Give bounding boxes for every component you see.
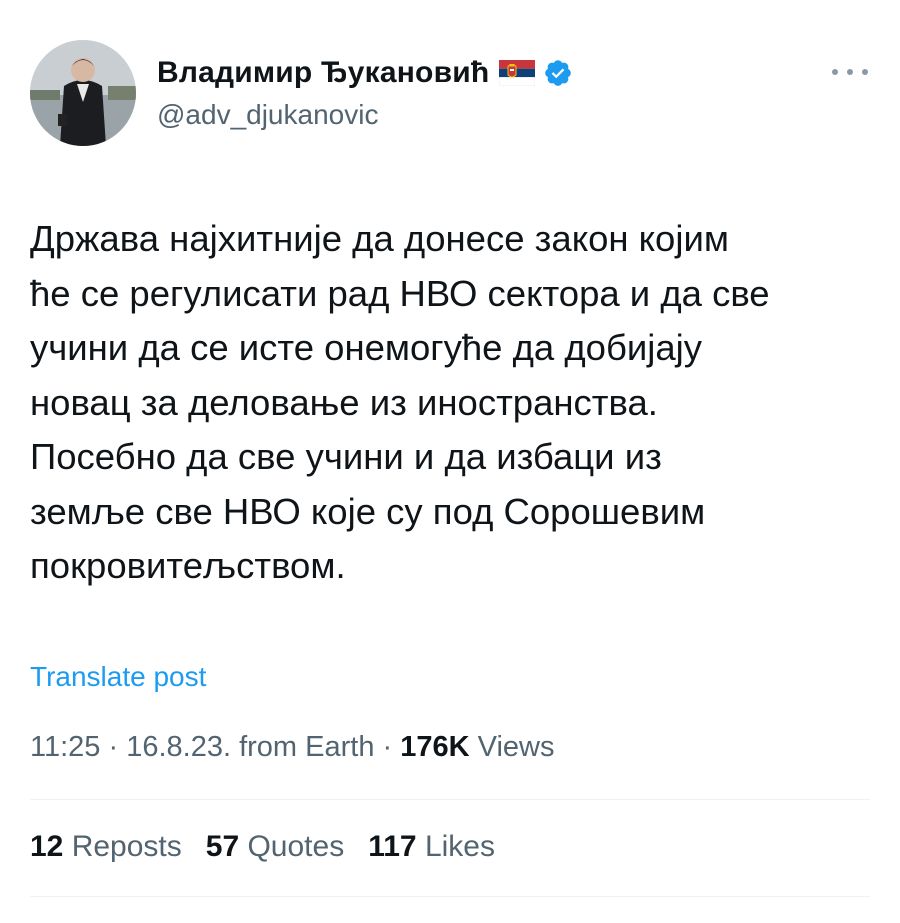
more-dot: [832, 69, 838, 75]
tweet-date[interactable]: 16.8.23.: [126, 731, 231, 763]
reposts-count: 12: [30, 830, 64, 863]
author-name-row: Владимир Ђукановић: [157, 52, 573, 94]
tweet-text-line: земље све НВО које су под Сорошевим: [30, 490, 706, 532]
views-count: 176K: [400, 731, 470, 763]
tweet-text-line: новац за деловање из иностранства.: [30, 381, 658, 423]
author-handle[interactable]: @adv_djukanovic: [157, 99, 378, 131]
quotes-label: Quotes: [239, 830, 345, 863]
likes-count: 117: [368, 830, 417, 863]
likes-label: Likes: [416, 830, 495, 863]
avatar[interactable]: [30, 40, 136, 146]
views-label: Views: [469, 731, 555, 763]
more-dot: [847, 69, 853, 75]
tweet-source: from Earth: [231, 731, 375, 763]
author-display-name[interactable]: Владимир Ђукановић: [157, 56, 489, 90]
tweet-text-line: Посебно да све учини и да избаци из: [30, 436, 662, 477]
tweet-text-line: ће се регулисати рад НВО сектора и да св…: [30, 272, 770, 314]
meta-separator: ·: [374, 731, 401, 763]
divider: [30, 799, 870, 800]
tweet-time[interactable]: 11:25: [30, 731, 100, 763]
tweet-text-line: Држава најхитније да донесе закон којим: [30, 218, 729, 259]
quotes-count: 57: [205, 830, 240, 863]
engagement-stats: 12 Reposts 57 Quotes 117 Likes: [30, 830, 519, 864]
more-dot: [862, 69, 868, 75]
tweet-text-line: учини да се исте онемогуће да добијају: [30, 327, 703, 368]
tweet-meta: 11:25 · 16.8.23. from Earth · 176K Views: [30, 731, 554, 764]
avatar-photo: [30, 40, 136, 146]
verified-badge-icon: [543, 58, 573, 88]
likes-stat[interactable]: 117 Likes: [368, 830, 495, 864]
quotes-stat[interactable]: 57 Quotes: [206, 830, 344, 864]
translate-post-link[interactable]: Translate post: [30, 661, 206, 693]
reposts-label: Reposts: [63, 830, 182, 863]
divider: [30, 896, 870, 897]
reposts-stat[interactable]: 12 Reposts: [30, 830, 182, 864]
serbia-flag-icon: [499, 60, 536, 87]
tweet-text: Држава најхитније да донесе закон којим …: [30, 212, 870, 594]
tweet-text-line: покровитељством.: [30, 545, 346, 586]
meta-separator: ·: [100, 731, 127, 763]
more-options-icon[interactable]: [832, 60, 868, 84]
